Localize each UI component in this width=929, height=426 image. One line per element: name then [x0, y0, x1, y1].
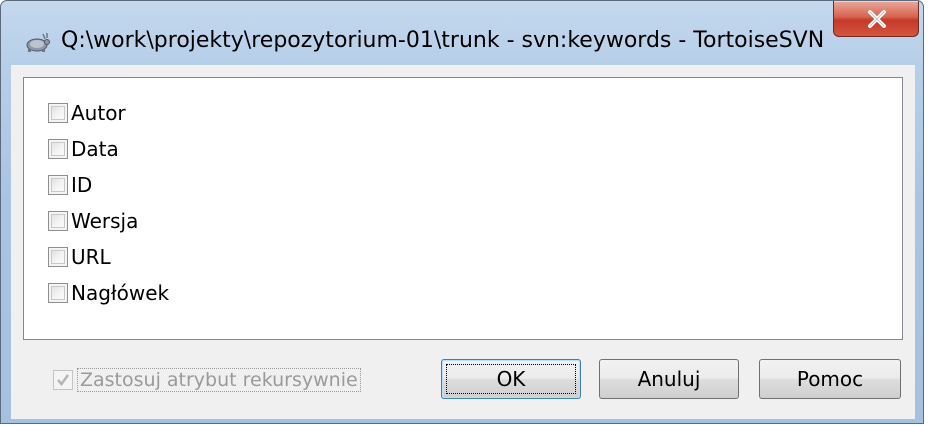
keyword-item-url[interactable]: URL [48, 242, 111, 272]
cancel-button[interactable]: Anuluj [599, 359, 739, 399]
checkbox[interactable] [48, 139, 68, 159]
help-button-label: Pomoc [796, 367, 864, 391]
focus-rect [446, 364, 576, 394]
checkbox[interactable] [48, 175, 68, 195]
dialog-client-area: Autor Data ID Wersja URL Nagłówek Zastos… [11, 65, 915, 419]
keyword-label: Wersja [71, 209, 139, 233]
keyword-label: Nagłówek [71, 281, 170, 305]
keyword-label: URL [71, 245, 111, 269]
checkbox[interactable] [48, 247, 68, 267]
recursive-checkbox[interactable]: Zastosuj atrybut rekursywnie [53, 368, 361, 392]
checkbox[interactable] [48, 211, 68, 231]
title-bar[interactable]: Q:\work\projekty\repozytorium-01\trunk -… [1, 1, 923, 65]
window-title: Q:\work\projekty\repozytorium-01\trunk -… [61, 28, 825, 53]
keyword-item-data[interactable]: Data [48, 134, 119, 164]
help-button[interactable]: Pomoc [759, 359, 901, 399]
checkbox[interactable] [48, 103, 68, 123]
keyword-label: Autor [71, 101, 126, 125]
recursive-label: Zastosuj atrybut rekursywnie [77, 368, 361, 392]
keyword-label: ID [71, 173, 93, 197]
dialog-window: Q:\work\projekty\repozytorium-01\trunk -… [0, 0, 924, 424]
tortoisesvn-icon [23, 31, 51, 53]
checkbox-disabled [53, 370, 73, 390]
close-button[interactable] [833, 1, 919, 37]
keywords-list: Autor Data ID Wersja URL Nagłówek [23, 77, 903, 340]
keyword-label: Data [71, 137, 119, 161]
ok-button[interactable]: OK [441, 359, 581, 399]
checkbox[interactable] [48, 283, 68, 303]
keyword-item-autor[interactable]: Autor [48, 98, 126, 128]
keyword-item-naglowek[interactable]: Nagłówek [48, 278, 169, 308]
checkmark-icon [57, 374, 70, 387]
keyword-item-wersja[interactable]: Wersja [48, 206, 138, 236]
cancel-button-label: Anuluj [637, 367, 701, 391]
keyword-item-id[interactable]: ID [48, 170, 92, 200]
close-icon [868, 10, 886, 28]
